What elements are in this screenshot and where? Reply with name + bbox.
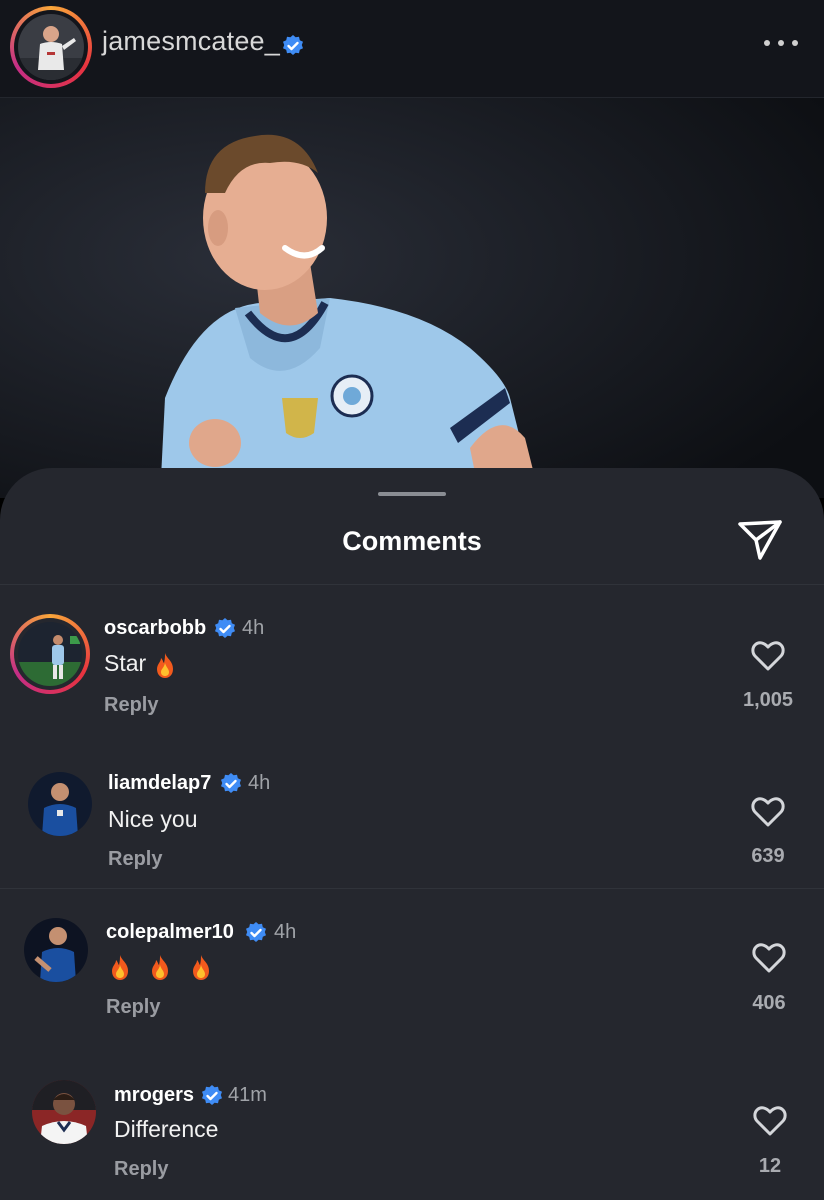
fire-emoji-icon: [152, 954, 169, 980]
comment-username[interactable]: liamdelap7: [108, 772, 211, 795]
avatar[interactable]: [28, 772, 92, 836]
divider: [0, 888, 824, 889]
post-username[interactable]: jamesmcatee_: [102, 26, 280, 57]
like-count: 639: [751, 845, 785, 867]
avatar: [18, 14, 84, 80]
divider: [0, 584, 824, 585]
avatar[interactable]: [24, 918, 88, 982]
heart-icon[interactable]: [751, 640, 785, 672]
comment-item: liamdelap7 4h Nice you Reply 639: [0, 764, 824, 884]
comment-time: 4h: [242, 617, 265, 639]
verified-badge-icon: [283, 35, 303, 55]
paper-plane-icon[interactable]: [736, 518, 784, 562]
avatar[interactable]: [32, 1080, 96, 1144]
comment-avatar-story-ring[interactable]: [10, 614, 90, 694]
reply-button[interactable]: Reply: [108, 848, 162, 871]
comment-time: 41m: [228, 1084, 267, 1106]
comment-text: Difference: [114, 1116, 219, 1142]
fire-emoji-icon: [192, 954, 209, 980]
comment-time: 4h: [248, 772, 271, 794]
post-image[interactable]: [0, 98, 824, 498]
fire-emoji-icon: [112, 954, 128, 980]
comment-text: [108, 952, 213, 981]
comment-username[interactable]: colepalmer10: [106, 921, 234, 944]
comment-time: 4h: [274, 921, 297, 943]
reply-button[interactable]: Reply: [106, 996, 160, 1019]
post-header: jamesmcatee_: [0, 0, 824, 98]
like-count: 406: [752, 992, 786, 1014]
sheet-drag-handle[interactable]: [378, 492, 446, 496]
reply-button[interactable]: Reply: [114, 1158, 168, 1181]
avatar: [18, 622, 82, 686]
heart-icon[interactable]: [752, 942, 786, 974]
profile-avatar-story-ring[interactable]: [10, 6, 92, 88]
comment-item: oscarbobb 4h Star Reply 1,005: [0, 608, 824, 758]
comment-username[interactable]: oscarbobb: [104, 617, 206, 640]
comment-username[interactable]: mrogers: [114, 1084, 194, 1107]
verified-badge-icon: [202, 1085, 222, 1105]
like-count: 12: [758, 1155, 782, 1177]
reply-button[interactable]: Reply: [104, 694, 158, 717]
more-horizontal-icon[interactable]: [764, 40, 798, 48]
verified-badge-icon: [215, 618, 235, 638]
heart-icon[interactable]: [751, 796, 785, 828]
comment-text: Nice you: [108, 806, 198, 832]
comments-sheet: Comments oscarbobb 4h Star Reply 1,005 l…: [0, 468, 824, 1200]
verified-badge-icon: [246, 922, 266, 942]
verified-badge-icon: [221, 773, 241, 793]
fire-emoji-icon: [156, 652, 173, 678]
like-count: 1,005: [742, 689, 794, 711]
comment-text: Star: [104, 650, 177, 679]
heart-icon[interactable]: [753, 1105, 787, 1137]
comment-item: mrogers 41m Difference Reply 12: [0, 1068, 824, 1200]
comment-item: colepalmer10 4h Reply 406: [0, 908, 824, 1038]
sheet-title: Comments: [342, 526, 482, 556]
